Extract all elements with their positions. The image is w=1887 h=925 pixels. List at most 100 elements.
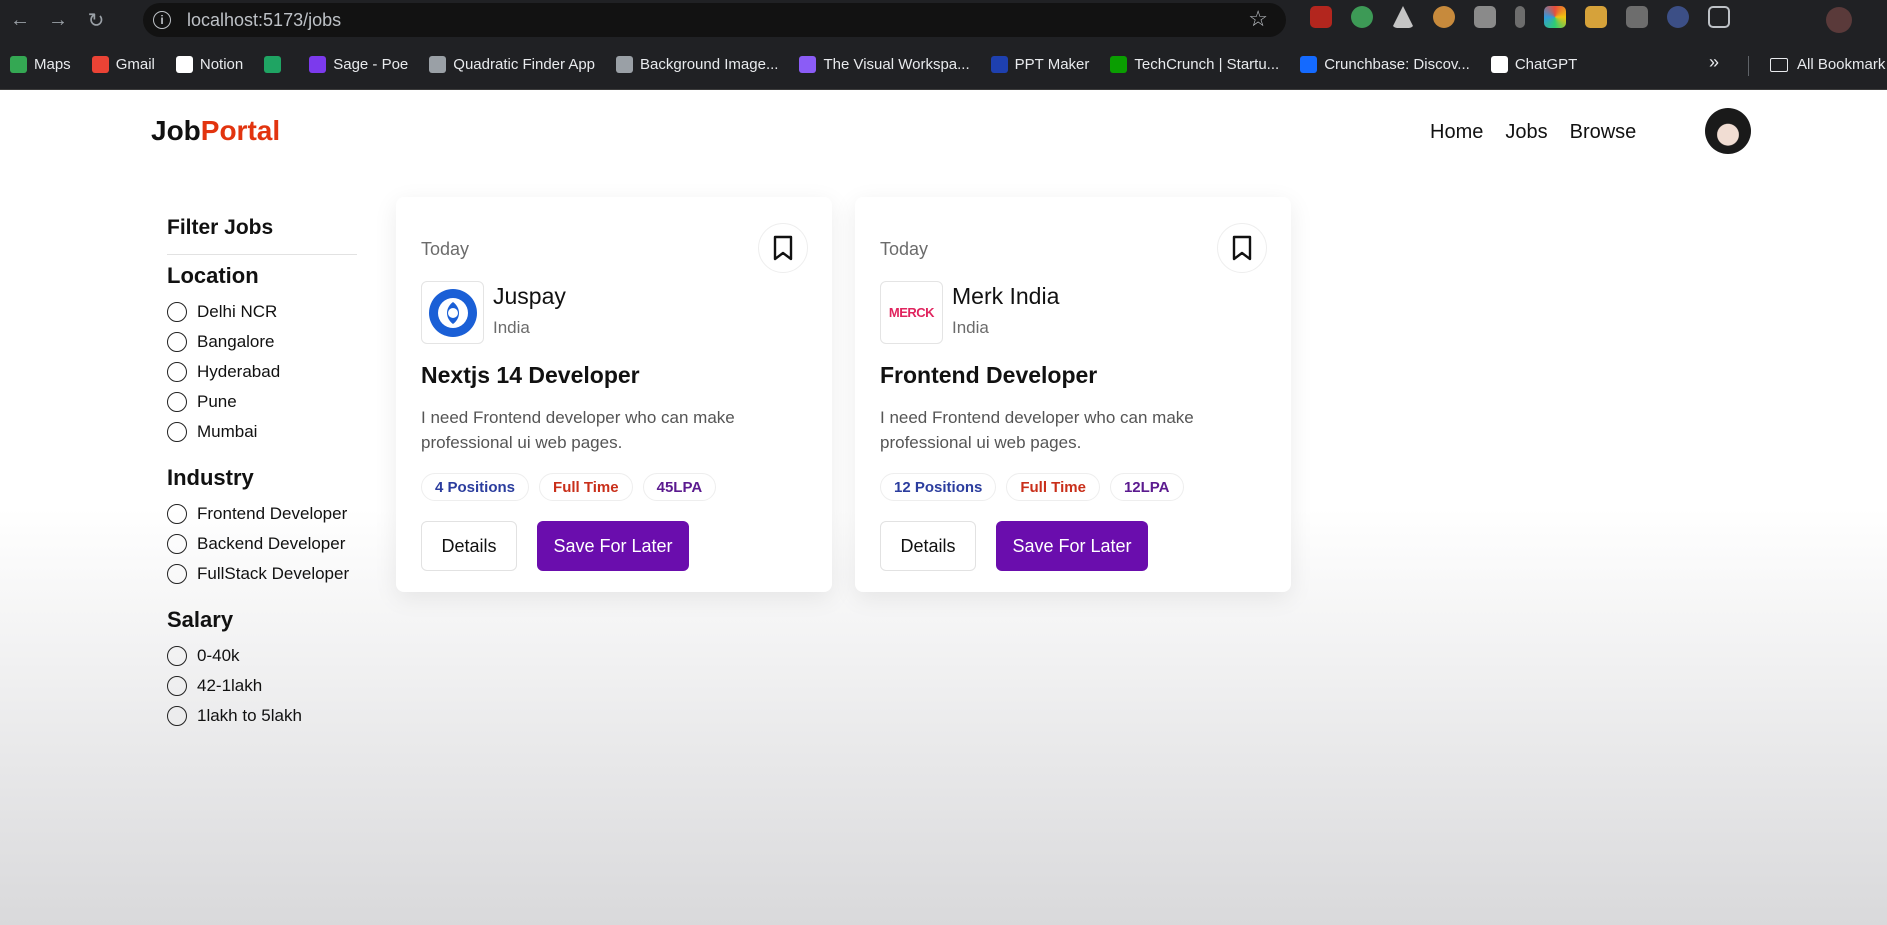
- filter-option-hyderabad[interactable]: Hyderabad: [167, 357, 357, 387]
- filter-option-backend[interactable]: Backend Developer: [167, 529, 357, 559]
- extension-icon[interactable]: [1433, 6, 1455, 28]
- radio-button[interactable]: [167, 392, 187, 412]
- radio-button[interactable]: [167, 332, 187, 352]
- bookmark-star-icon[interactable]: ☆: [1248, 6, 1268, 32]
- bookmark-label: Sage - Poe: [333, 56, 409, 73]
- extension-icon[interactable]: [1392, 6, 1414, 28]
- bookmark-label: Quadratic Finder App: [453, 56, 596, 73]
- site-logo[interactable]: JobPortal: [151, 115, 280, 147]
- extension-icon[interactable]: [1667, 6, 1689, 28]
- job-type-badge: Full Time: [1006, 473, 1100, 501]
- option-label: 42-1lakh: [197, 676, 263, 695]
- bookmark-item[interactable]: Sage - Poe: [309, 56, 408, 73]
- bookmark-item[interactable]: PPT Maker: [990, 56, 1089, 73]
- details-button[interactable]: Details: [421, 521, 517, 571]
- option-label: FullStack Developer: [197, 564, 350, 583]
- option-label: Mumbai: [197, 422, 258, 441]
- job-description: I need Frontend developer who can make p…: [421, 408, 735, 452]
- bookmark-item[interactable]: Maps: [10, 56, 71, 73]
- company-name: Merk India: [952, 283, 1060, 309]
- extension-icon[interactable]: [1474, 6, 1496, 28]
- radio-button[interactable]: [167, 534, 187, 554]
- nav-browse[interactable]: Browse: [1570, 121, 1637, 144]
- app-icon: [264, 56, 282, 73]
- extension-icon[interactable]: [1351, 6, 1373, 28]
- crunchbase-icon: [1300, 56, 1318, 73]
- bookmark-item[interactable]: TechCrunch | Startu...: [1110, 56, 1279, 73]
- all-bookmarks-button[interactable]: All Bookmark: [1770, 56, 1885, 73]
- save-for-later-button[interactable]: Save For Later: [537, 521, 689, 571]
- bookmark-icon[interactable]: [1217, 223, 1267, 273]
- salary-badge: 12LPA: [1109, 473, 1184, 501]
- nav-jobs[interactable]: Jobs: [1505, 121, 1547, 144]
- radio-button[interactable]: [167, 422, 187, 442]
- bookmark-item[interactable]: Crunchbase: Discov...: [1300, 56, 1470, 73]
- radio-button[interactable]: [167, 564, 187, 584]
- filter-option-bangalore[interactable]: Bangalore: [167, 327, 357, 357]
- bookmark-item[interactable]: Background Image...: [616, 56, 778, 73]
- radio-button[interactable]: [167, 504, 187, 524]
- bookmark-label: Maps: [34, 56, 71, 73]
- extension-icon[interactable]: [1310, 6, 1332, 28]
- reload-icon[interactable]: ↻: [78, 2, 114, 38]
- extension-icon[interactable]: [1626, 6, 1648, 28]
- company-name: Juspay: [493, 283, 566, 309]
- user-avatar[interactable]: [1705, 108, 1751, 154]
- radio-button[interactable]: [167, 676, 187, 696]
- company-country: India: [493, 318, 530, 337]
- bookmark-label: Gmail: [115, 56, 155, 73]
- radio-button[interactable]: [167, 706, 187, 726]
- notion-icon: [175, 56, 193, 73]
- poe-icon: [309, 56, 327, 73]
- details-button[interactable]: Details: [880, 521, 976, 571]
- bookmark-item[interactable]: [264, 56, 288, 73]
- forward-icon[interactable]: →: [40, 2, 76, 38]
- globe-icon: [429, 56, 447, 73]
- bookmark-item[interactable]: Quadratic Finder App: [429, 56, 595, 73]
- company-logo: MERCK: [880, 281, 943, 344]
- filter-option-pune[interactable]: Pune: [167, 387, 357, 417]
- save-for-later-button[interactable]: Save For Later: [996, 521, 1148, 571]
- nav-home[interactable]: Home: [1430, 121, 1483, 144]
- more-bookmarks-icon[interactable]: »: [1709, 52, 1719, 73]
- filter-option-fullstack[interactable]: FullStack Developer: [167, 559, 357, 589]
- filter-option-salary-1-5lakh[interactable]: 1lakh to 5lakh: [167, 701, 357, 731]
- filter-sidebar: Filter Jobs Location Delhi NCR Bangalore…: [167, 216, 357, 731]
- positions-badge: 4 Positions: [421, 473, 530, 501]
- job-type-badge: Full Time: [539, 473, 633, 501]
- extension-icon[interactable]: [1544, 6, 1566, 28]
- filter-option-delhi-ncr[interactable]: Delhi NCR: [167, 297, 357, 327]
- merck-logo-text: MERCK: [888, 305, 935, 320]
- option-label: Bangalore: [197, 332, 275, 351]
- radio-button[interactable]: [167, 646, 187, 666]
- filter-option-frontend[interactable]: Frontend Developer: [167, 499, 357, 529]
- job-badges: 12 Positions Full Time 12LPA: [880, 473, 1194, 501]
- option-label: Backend Developer: [197, 534, 346, 553]
- url-text[interactable]: localhost:5173/jobs: [187, 10, 341, 31]
- all-bookmarks-label: All Bookmark: [1797, 56, 1886, 73]
- filter-option-salary-42-1lakh[interactable]: 42-1lakh: [167, 671, 357, 701]
- folder-icon: [1770, 57, 1788, 72]
- bookmark-label: ChatGPT: [1514, 56, 1578, 73]
- filter-option-mumbai[interactable]: Mumbai: [167, 417, 357, 447]
- filter-option-salary-0-40k[interactable]: 0-40k: [167, 641, 357, 671]
- bookmark-item[interactable]: Gmail: [91, 56, 155, 73]
- bookmark-item[interactable]: The Visual Workspa...: [799, 56, 970, 73]
- browser-profile-avatar[interactable]: [1826, 7, 1852, 33]
- extension-icon[interactable]: [1585, 6, 1607, 28]
- extension-icon[interactable]: [1515, 6, 1525, 28]
- address-bar[interactable]: i localhost:5173/jobs ☆: [143, 3, 1286, 37]
- radio-button[interactable]: [167, 302, 187, 322]
- radio-button[interactable]: [167, 362, 187, 382]
- site-info-icon[interactable]: i: [153, 11, 171, 29]
- extensions-puzzle-icon[interactable]: [1708, 6, 1730, 28]
- workspace-icon: [799, 56, 817, 73]
- job-date: Today: [880, 239, 929, 259]
- option-label: Delhi NCR: [197, 302, 278, 321]
- juspay-logo-icon: [428, 288, 477, 337]
- bookmark-item[interactable]: ChatGPT: [1490, 56, 1578, 73]
- bookmark-label: Crunchbase: Discov...: [1324, 56, 1470, 73]
- back-icon[interactable]: ←: [2, 2, 38, 38]
- bookmark-icon[interactable]: [758, 223, 808, 273]
- bookmark-item[interactable]: Notion: [175, 56, 243, 73]
